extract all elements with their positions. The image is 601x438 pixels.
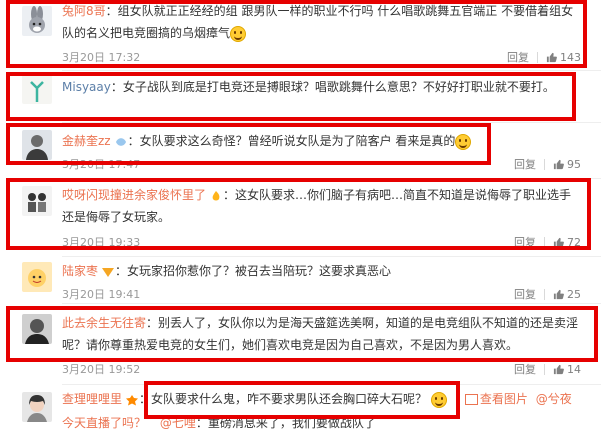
comment-actions: 回复 72	[514, 234, 581, 250]
comment-author[interactable]: 金赫奎zz	[62, 134, 111, 148]
reply-button[interactable]: 回复	[514, 234, 536, 250]
comment-time: 今天直播了吗？	[62, 416, 147, 430]
comment-item: Misyaay：女子战队到底是打电竞还是搏眼球？唱歌跳舞什么意思？不好好打职业就…	[0, 72, 601, 120]
bw-avatar[interactable]	[22, 314, 52, 344]
like-button[interactable]: 95	[553, 157, 581, 171]
comment-time: 3月20日 17:47	[62, 158, 141, 171]
comment-text: 哎呀闪现撞进余家俊怀里了 ：这女队要求…你们脑子有病吧…简直不知道是说侮辱了职业选…	[62, 184, 581, 228]
cartoon-avatar[interactable]	[22, 262, 52, 292]
thumbs-up-icon	[546, 52, 557, 62]
comment-time: 3月20日 19:33	[62, 236, 141, 249]
comment-item: 查理哩哩里 ：女队要求什么鬼，咋不要求男队还会胸口碎大石呢？ 查看图片 @兮夜 今…	[0, 388, 601, 438]
couple-avatar[interactable]	[22, 186, 52, 216]
thumbs-up-icon	[553, 159, 564, 169]
comment-actions: 回复 25	[514, 286, 581, 302]
vip-badge-icon	[126, 394, 139, 405]
comment-author[interactable]: 陆家枣	[62, 264, 98, 278]
like-button[interactable]: 72	[553, 235, 581, 249]
comment-body: ：女玩家招你惹你了？被召去当陪玩？这要求真恶心	[115, 264, 392, 278]
thumbs-up-icon	[553, 289, 564, 299]
comment-item: 金赫奎zz ：女队要求这么奇怪？曾经听说女队是为了陪客户 看来是真的 3月20日 …	[0, 126, 601, 176]
plant-avatar[interactable]	[22, 74, 52, 104]
comment-text: 查理哩哩里 ：女队要求什么鬼，咋不要求男队还会胸口碎大石呢？ 查看图片 @兮夜	[62, 390, 572, 408]
comment-author[interactable]: 此去余生无往寄	[62, 316, 146, 330]
like-button[interactable]: 14	[553, 362, 581, 376]
comment-time: 3月20日 19:52	[62, 363, 141, 376]
comment-item: 兔阿8哥：组女队就正正经经的组 跟男队一样的职业不行吗 什么唱歌跳舞五官端正 不…	[0, 0, 601, 68]
like-count: 95	[567, 157, 581, 171]
person-avatar[interactable]	[22, 130, 52, 160]
comment-time: 3月20日 19:41	[62, 288, 141, 301]
comment-body: ：女队要求什么鬼，咋不要求男队还会胸口碎大石呢？	[139, 392, 428, 406]
like-count: 14	[567, 362, 581, 376]
comment-second-line: 今天直播了吗？ 回复 @七哩：重磅消息来了，我们要做战队了	[62, 414, 376, 431]
fire-badge-icon	[212, 190, 220, 200]
hug-emoji-icon	[431, 391, 448, 408]
like-count: 25	[567, 287, 581, 301]
girl-avatar[interactable]	[22, 392, 52, 422]
comment-text: 此去余生无往寄：别丢人了，女队你以为是海天盛筵选美啊，知道的是电竞组队不知道的还…	[62, 312, 581, 356]
like-count: 72	[567, 235, 581, 249]
reply-button[interactable]: 回复	[507, 49, 529, 65]
comment-body: ：组女队就正正经经的组 跟男队一样的职业不行吗 什么唱歌跳舞五官端正 不要借着组…	[62, 4, 574, 40]
image-icon	[464, 394, 478, 405]
comment-actions: 回复 95	[514, 156, 581, 172]
reply-button[interactable]: 回复	[514, 286, 536, 302]
comment-author[interactable]: 哎呀闪现撞进余家俊怀里了	[62, 188, 206, 202]
mention-link[interactable]: @兮夜	[536, 392, 572, 406]
comment-time: 3月20日 17:32	[62, 51, 141, 64]
vip-badge-icon	[102, 267, 115, 277]
comment-body-2: ：重磅消息来了，我们要做战队了	[195, 416, 376, 430]
smile-emoji-icon	[455, 133, 472, 150]
comment-author[interactable]: 查理哩哩里	[62, 392, 122, 406]
mention-link-2[interactable]: @七哩	[160, 416, 196, 430]
comment-body: ：女子战队到底是打电竞还是搏眼球？唱歌跳舞什么意思？不好好打职业就不要打。	[110, 80, 555, 94]
comment-item: 陆家枣 ：女玩家招你惹你了？被召去当陪玩？这要求真恶心 3月20日 19:41 回…	[0, 260, 601, 302]
verified-badge-icon	[115, 137, 126, 146]
comment-actions: 回复 143	[507, 49, 581, 65]
comment-actions: 回复 14	[514, 361, 581, 377]
like-button[interactable]: 25	[553, 287, 581, 301]
comment-body: ：女队要求这么奇怪？曾经听说女队是为了陪客户 看来是真的	[127, 134, 456, 148]
comment-text: Misyaay：女子战队到底是打电竞还是搏眼球？唱歌跳舞什么意思？不好好打职业就…	[62, 76, 581, 98]
comment-item: 哎呀闪现撞进余家俊怀里了 ：这女队要求…你们脑子有病吧…简直不知道是说侮辱了职业选…	[0, 182, 601, 252]
comment-text: 陆家枣 ：女玩家招你惹你了？被召去当陪玩？这要求真恶心	[62, 260, 581, 282]
comment-author[interactable]: 兔阿8哥	[62, 4, 106, 18]
like-button[interactable]: 143	[546, 50, 581, 64]
comment-author[interactable]: Misyaay	[62, 80, 111, 94]
reply-button[interactable]: 回复	[514, 156, 536, 172]
thumbs-up-icon	[553, 364, 564, 374]
smile-emoji-icon	[230, 25, 247, 42]
rabbit-avatar[interactable]	[22, 6, 52, 36]
comment-text: 兔阿8哥：组女队就正正经经的组 跟男队一样的职业不行吗 什么唱歌跳舞五官端正 不…	[62, 0, 581, 44]
thumbs-up-icon	[553, 237, 564, 247]
comment-text: 金赫奎zz ：女队要求这么奇怪？曾经听说女队是为了陪客户 看来是真的	[62, 130, 581, 152]
view-images-link[interactable]: 查看图片	[464, 392, 528, 406]
comment-item: 此去余生无往寄：别丢人了，女队你以为是海天盛筵选美啊，知道的是电竞组队不知道的还…	[0, 310, 601, 380]
reply-button[interactable]: 回复	[514, 361, 536, 377]
like-count: 143	[560, 50, 581, 64]
